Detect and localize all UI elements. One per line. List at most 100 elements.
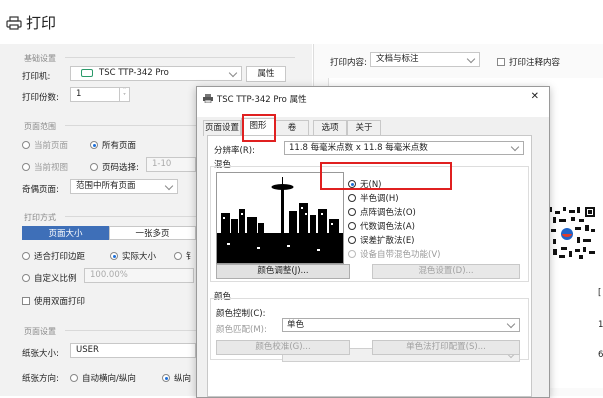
tab-roll[interactable]: 卷 [275,120,309,136]
dither-halftone-label: 半色调(H) [360,194,399,204]
actual-size-label: 实际大小 [122,252,157,262]
print-mode-segmented: 页面大小 一张多页 [22,226,196,240]
print-annotations-checkbox[interactable]: 打印注释内容 [497,56,560,68]
resolution-label: 分辨率(R): [214,146,255,156]
tab-page-setup[interactable]: 页面设置 [203,120,241,136]
chevron-down-icon [506,319,516,329]
paper-size-select[interactable]: USER [70,343,196,358]
custom-scale-input[interactable]: 100.00% [84,268,194,283]
radio-icon [22,141,30,149]
shrink-radio[interactable]: 钅 [174,250,195,262]
print-content-select[interactable]: 文档与标注 [370,52,480,67]
custom-scale-label: 自定义比例 [34,274,77,284]
range-view-radio[interactable]: 当前视图 [22,161,68,173]
odd-even-label: 奇偶页面: [22,185,59,195]
page-title: 打印 [26,14,57,32]
radio-icon [22,274,30,282]
range-all-radio[interactable]: 所有页面 [90,139,136,151]
copies-input[interactable]: 1 ˄ ˅ [70,87,130,102]
printer-select[interactable]: TSC TTP-342 Pro [70,66,242,81]
direction-auto-radio[interactable]: 自动横向/纵向 [70,372,136,384]
chevron-down-icon [228,68,238,78]
color-calibration-button[interactable]: 颜色校准(G)... [216,340,350,355]
preview-side-text: 6 [598,350,603,360]
tab-options[interactable]: 选项 [313,120,347,136]
duplex-checkbox[interactable]: 使用双面打印 [22,295,85,307]
radio-icon [174,252,182,260]
dither-algebraic-label: 代数调色法(A) [360,222,415,232]
print-mode-title: 打印方式 [24,213,56,222]
page-settings-title: 页面设置 [24,327,56,336]
mode-page-size-tab[interactable]: 页面大小 [22,226,109,240]
printer-label: 打印机: [22,72,51,82]
dither-algebraic-radio[interactable]: 代数调色法(A) [348,220,415,232]
close-icon[interactable]: ✕ [531,91,539,102]
radio-icon [348,194,356,202]
dither-error-diffusion-radio[interactable]: 误差扩散法(E) [348,234,415,246]
radio-icon [90,141,98,149]
checkbox-icon [22,297,30,305]
range-select-label: 页码选择: [102,163,139,173]
copies-stepper[interactable]: ˄ ˅ [119,88,129,101]
paper-direction-label: 纸张方向: [22,374,59,384]
radio-icon [70,374,78,382]
odd-even-select[interactable]: 范围中所有页面 [70,179,178,194]
tab-about[interactable]: 关于 [347,120,381,136]
chevron-down-icon [164,181,174,191]
color-control-select[interactable]: 单色 [282,318,520,332]
radio-icon [22,252,30,260]
paper-size-label: 纸张大小: [22,349,59,359]
basic-settings-title: 基础设置 [24,54,56,63]
radio-icon [162,374,170,382]
color-control-label: 颜色控制(C): [216,309,266,319]
custom-scale-radio[interactable]: 自定义比例 [22,272,77,284]
range-select-radio[interactable]: 页码选择: [90,161,139,173]
mono-print-config-button[interactable]: 单色法打印配置(S)... [372,340,520,355]
print-content-value: 文档与标注 [376,54,419,64]
radio-icon [348,250,356,258]
page-range-title: 页面范围 [24,122,56,131]
printer-icon [203,94,213,106]
dialog-titlebar: TSC TTP-342 Pro 属性 ✕ [197,87,549,109]
mode-multi-page-tab[interactable]: 一张多页 [109,226,196,240]
color-control-value: 单色 [287,320,305,330]
duplex-label: 使用双面打印 [34,297,86,307]
resolution-value: 11.8 每毫米点数 x 11.8 每毫米点数 [289,143,428,153]
range-current-radio[interactable]: 当前页面 [22,139,68,151]
chevron-down-icon [510,142,520,152]
radio-icon [348,208,356,216]
dither-halftone-radio[interactable]: 半色调(H) [348,192,399,204]
color-adjust-button[interactable]: 颜色调整(J)... [216,264,350,279]
fit-margin-radio[interactable]: 适合打印边距 [22,250,85,262]
fit-margin-label: 适合打印边距 [34,252,86,262]
properties-button[interactable]: 属性 [246,66,286,82]
resolution-select[interactable]: 11.8 每毫米点数 x 11.8 每毫米点数 [284,141,524,155]
range-select-input[interactable]: 1-10 [146,157,196,172]
shrink-label: 钅 [186,252,195,262]
range-all-label: 所有页面 [102,141,137,151]
print-content-label: 打印内容: [330,58,367,68]
radio-icon [348,222,356,230]
radio-icon [22,163,30,171]
printer-device-icon [81,68,93,77]
dither-error-diffusion-label: 误差扩散法(E) [360,236,415,246]
checkbox-icon [497,58,505,66]
print-annotations-label: 打印注释内容 [509,58,561,68]
preview-side-text: 1 [598,320,603,330]
direction-portrait-radio[interactable]: 纵向 [162,372,191,384]
actual-size-radio[interactable]: 实际大小 [110,250,156,262]
dither-ordered-radio[interactable]: 点阵调色法(O) [348,206,416,218]
range-view-label: 当前视图 [34,163,69,173]
preview-side-text: [ [598,288,602,298]
direction-portrait-label: 纵向 [174,374,192,384]
dither-settings-button[interactable]: 混色设置(D)... [372,264,520,279]
dither-device-radio[interactable]: 设备自带混色功能(V) [348,248,440,260]
radio-icon [110,252,118,260]
divider [65,57,295,58]
printer-value: TSC TTP-342 Pro [99,68,169,78]
copies-value: 1 [76,89,82,99]
color-match-label: 颜色匹配(M): [216,325,267,335]
direction-auto-label: 自动横向/纵向 [82,374,136,384]
dialog-title: TSC TTP-342 Pro 属性 [217,95,307,105]
graphics-tab-highlight [242,114,276,142]
